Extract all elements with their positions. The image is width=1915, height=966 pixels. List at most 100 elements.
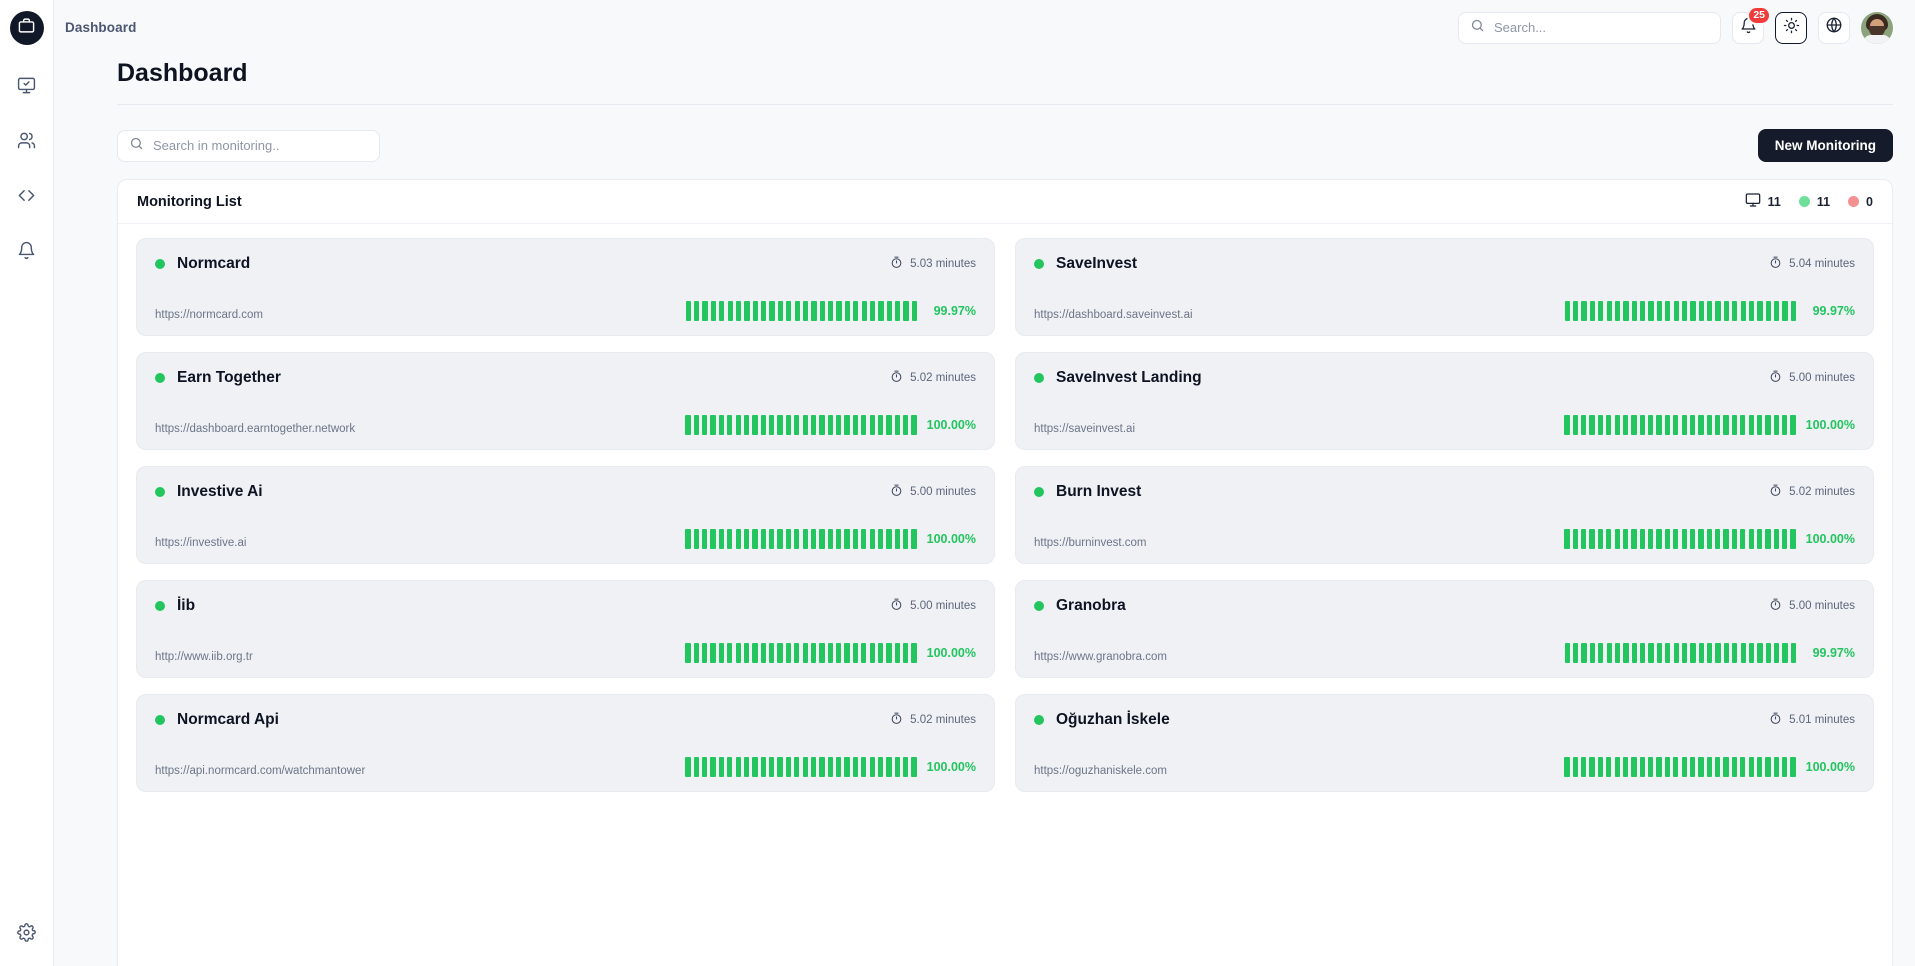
uptime-bar xyxy=(903,301,909,321)
uptime-bar xyxy=(861,643,867,663)
uptime-bar xyxy=(1723,301,1729,321)
sidebar-item-users[interactable] xyxy=(10,126,44,160)
uptime-bar xyxy=(794,301,800,321)
uptime-bar xyxy=(743,529,750,549)
monitoring-card[interactable]: Burn Invest 5.02 minutes https://burninves… xyxy=(1015,466,1874,564)
uptime-bar xyxy=(1698,301,1704,321)
uptime-bar xyxy=(685,529,691,549)
uptime-bar-chart xyxy=(1564,415,1796,435)
uptime-bar xyxy=(861,529,867,549)
notifications-button[interactable]: 25 xyxy=(1732,5,1771,44)
uptime-bar xyxy=(894,643,900,663)
uptime-bar xyxy=(827,415,833,435)
card-metrics: 100.00% xyxy=(1564,415,1855,435)
theme-toggle-button[interactable] xyxy=(1775,11,1807,44)
monitoring-card[interactable]: Granobra 5.00 minutes https://www.granobra… xyxy=(1015,580,1874,678)
uptime-bar-chart xyxy=(1564,643,1796,663)
sidebar-item-settings[interactable] xyxy=(10,918,44,952)
uptime-bar xyxy=(877,643,884,663)
uptime-bar xyxy=(702,415,708,435)
monitoring-card[interactable]: Investive Ai 5.00 minutes https://investiv… xyxy=(136,466,995,564)
sidebar-item-developers[interactable] xyxy=(10,181,44,215)
uptime-bar xyxy=(1681,529,1687,549)
uptime-bar xyxy=(911,643,917,663)
global-search[interactable] xyxy=(1458,11,1721,44)
uptime-bar xyxy=(1689,757,1696,777)
uptime-bar xyxy=(1756,415,1763,435)
timer-icon xyxy=(1769,256,1782,272)
timer-icon xyxy=(890,256,903,272)
uptime-bar xyxy=(718,757,725,777)
monitoring-card[interactable]: SaveInvest Landing 5.00 minutes https://sa… xyxy=(1015,352,1874,450)
status-up-dot xyxy=(1798,196,1810,207)
card-header: Granobra 5.00 minutes xyxy=(1034,597,1855,615)
uptime-bar xyxy=(702,529,708,549)
uptime-bar xyxy=(1690,301,1696,321)
uptime-bar xyxy=(1707,643,1713,663)
uptime-bar xyxy=(1614,415,1620,435)
monitor-url: https://dashboard.earntogether.network xyxy=(155,423,356,435)
uptime-bar xyxy=(802,529,808,549)
uptime-bar xyxy=(827,757,833,777)
uptime-bar xyxy=(752,529,758,549)
brand-logo[interactable] xyxy=(9,11,44,45)
uptime-bar xyxy=(802,757,808,777)
monitoring-card[interactable]: Normcard 5.03 minutes https://normcard.com… xyxy=(136,238,995,336)
panel-header: Monitoring List 11 11 0 xyxy=(118,180,1892,224)
uptime-bar xyxy=(1731,757,1738,777)
language-button[interactable] xyxy=(1818,11,1850,44)
uptime-bar-chart xyxy=(1564,757,1796,777)
uptime-bar xyxy=(1664,529,1671,549)
uptime-bar xyxy=(852,529,859,549)
new-monitoring-button[interactable]: New Monitoring xyxy=(1757,129,1893,162)
monitoring-card-grid: Normcard 5.03 minutes https://normcard.com… xyxy=(118,224,1892,966)
uptime-bar xyxy=(1765,643,1771,663)
uptime-bar xyxy=(869,301,876,321)
breadcrumb[interactable]: Dashboard xyxy=(65,20,136,35)
page-content: Dashboard New Monitoring Monitoring List xyxy=(54,55,1915,966)
monitoring-search-input[interactable] xyxy=(153,138,368,153)
uptime-bar xyxy=(786,301,792,321)
sidebar-item-alerts[interactable] xyxy=(10,236,44,270)
card-metrics: 99.97% xyxy=(1564,643,1855,663)
uptime-bar xyxy=(1614,757,1620,777)
uptime-bar xyxy=(1564,301,1570,321)
search-input[interactable] xyxy=(1494,20,1709,35)
uptime-bar xyxy=(693,415,699,435)
monitor-name: Oğuzhan İskele xyxy=(1056,711,1170,728)
uptime-bar xyxy=(811,301,817,321)
monitoring-card[interactable]: Oğuzhan İskele 5.01 minutes https://oguzha… xyxy=(1015,694,1874,792)
uptime-bar xyxy=(1698,757,1704,777)
monitoring-search[interactable] xyxy=(117,129,380,162)
uptime-bar xyxy=(1731,529,1738,549)
main-area: Dashboard 25 xyxy=(54,0,1915,966)
uptime-bar xyxy=(1774,643,1780,663)
monitor-name: İib xyxy=(177,597,196,614)
uptime-bar xyxy=(1723,643,1729,663)
monitoring-card[interactable]: SaveInvest 5.04 minutes https://dashboard.… xyxy=(1015,238,1874,336)
uptime-bar xyxy=(694,301,700,321)
uptime-bar xyxy=(1581,415,1587,435)
sidebar-item-monitoring[interactable] xyxy=(10,71,44,105)
uptime-bar xyxy=(785,757,792,777)
timer-icon xyxy=(890,484,903,500)
timer-icon xyxy=(1769,370,1782,386)
uptime-percentage: 100.00% xyxy=(926,532,976,546)
card-metrics: 100.00% xyxy=(685,757,976,777)
avatar[interactable] xyxy=(1861,11,1893,44)
card-footer: https://api.normcard.com/watchmantower 10… xyxy=(155,757,976,777)
card-metrics: 100.00% xyxy=(685,415,976,435)
monitoring-card[interactable]: İib 5.00 minutes http://www.iib.org.tr 100.… xyxy=(136,580,995,678)
uptime-bar xyxy=(735,301,742,321)
uptime-bar xyxy=(1782,301,1788,321)
uptime-bar xyxy=(685,415,691,435)
uptime-bar xyxy=(1698,529,1704,549)
uptime-bar xyxy=(1639,415,1645,435)
monitoring-card[interactable]: Earn Together 5.02 minutes https://dashboa… xyxy=(136,352,995,450)
uptime-bar xyxy=(1572,757,1578,777)
monitoring-card[interactable]: Normcard Api 5.02 minutes https://api.norm… xyxy=(136,694,995,792)
check-interval: 5.04 minutes xyxy=(1769,256,1855,272)
uptime-bar xyxy=(744,301,750,321)
uptime-bar xyxy=(1648,529,1654,549)
check-interval-label: 5.02 minutes xyxy=(910,714,976,726)
